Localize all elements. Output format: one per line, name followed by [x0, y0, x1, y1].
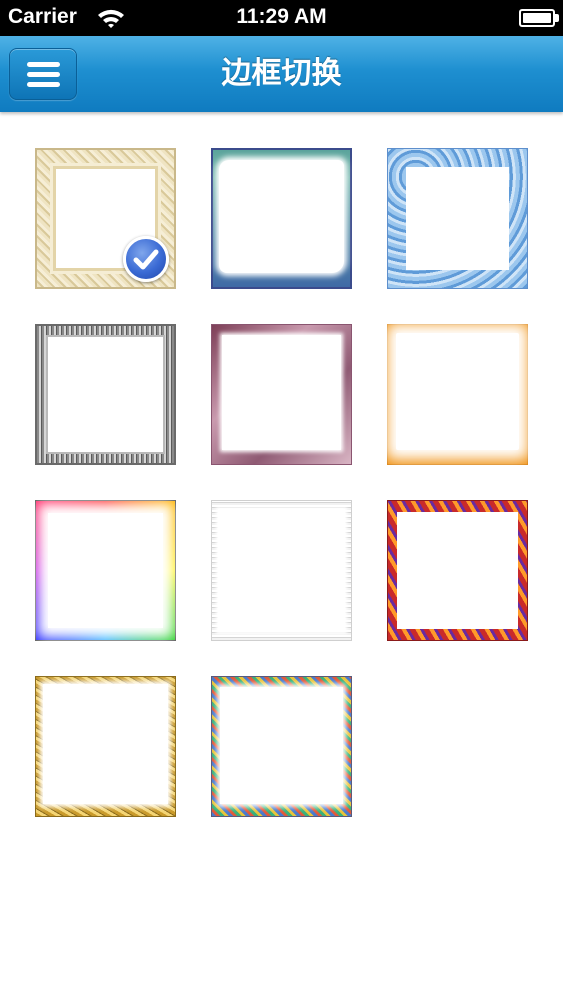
frame-option-rainbow[interactable] — [35, 500, 176, 641]
frame-option-teal-blue-floral[interactable] — [211, 148, 352, 289]
frame-option-red-orange-twisted[interactable] — [387, 500, 528, 641]
frame-option-silver-chain[interactable] — [35, 324, 176, 465]
battery-icon — [519, 9, 555, 27]
check-circle-icon — [123, 236, 169, 282]
battery-tip — [555, 14, 559, 22]
frame-grid — [0, 112, 563, 1000]
page-title: 边框切换 — [221, 56, 342, 91]
frame-option-gold-branches[interactable] — [35, 676, 176, 817]
frame-option-ornate-cream[interactable] — [35, 148, 176, 289]
frame-option-light-silver[interactable] — [211, 500, 352, 641]
frame-option-orange-dotted[interactable] — [387, 324, 528, 465]
frame-option-mauve-crystals[interactable] — [211, 324, 352, 465]
frame-option-blue-waves[interactable] — [387, 148, 528, 289]
nav-bar: 边框切换 — [0, 36, 563, 112]
frame-option-multicolor-tiles[interactable] — [211, 676, 352, 817]
frame-switcher-screen: Carrier 11:29 AM 边框切换 — [0, 0, 563, 1000]
menu-button[interactable] — [9, 48, 77, 100]
status-bar: Carrier 11:29 AM — [0, 0, 563, 36]
status-time: 11:29 AM — [236, 5, 327, 28]
